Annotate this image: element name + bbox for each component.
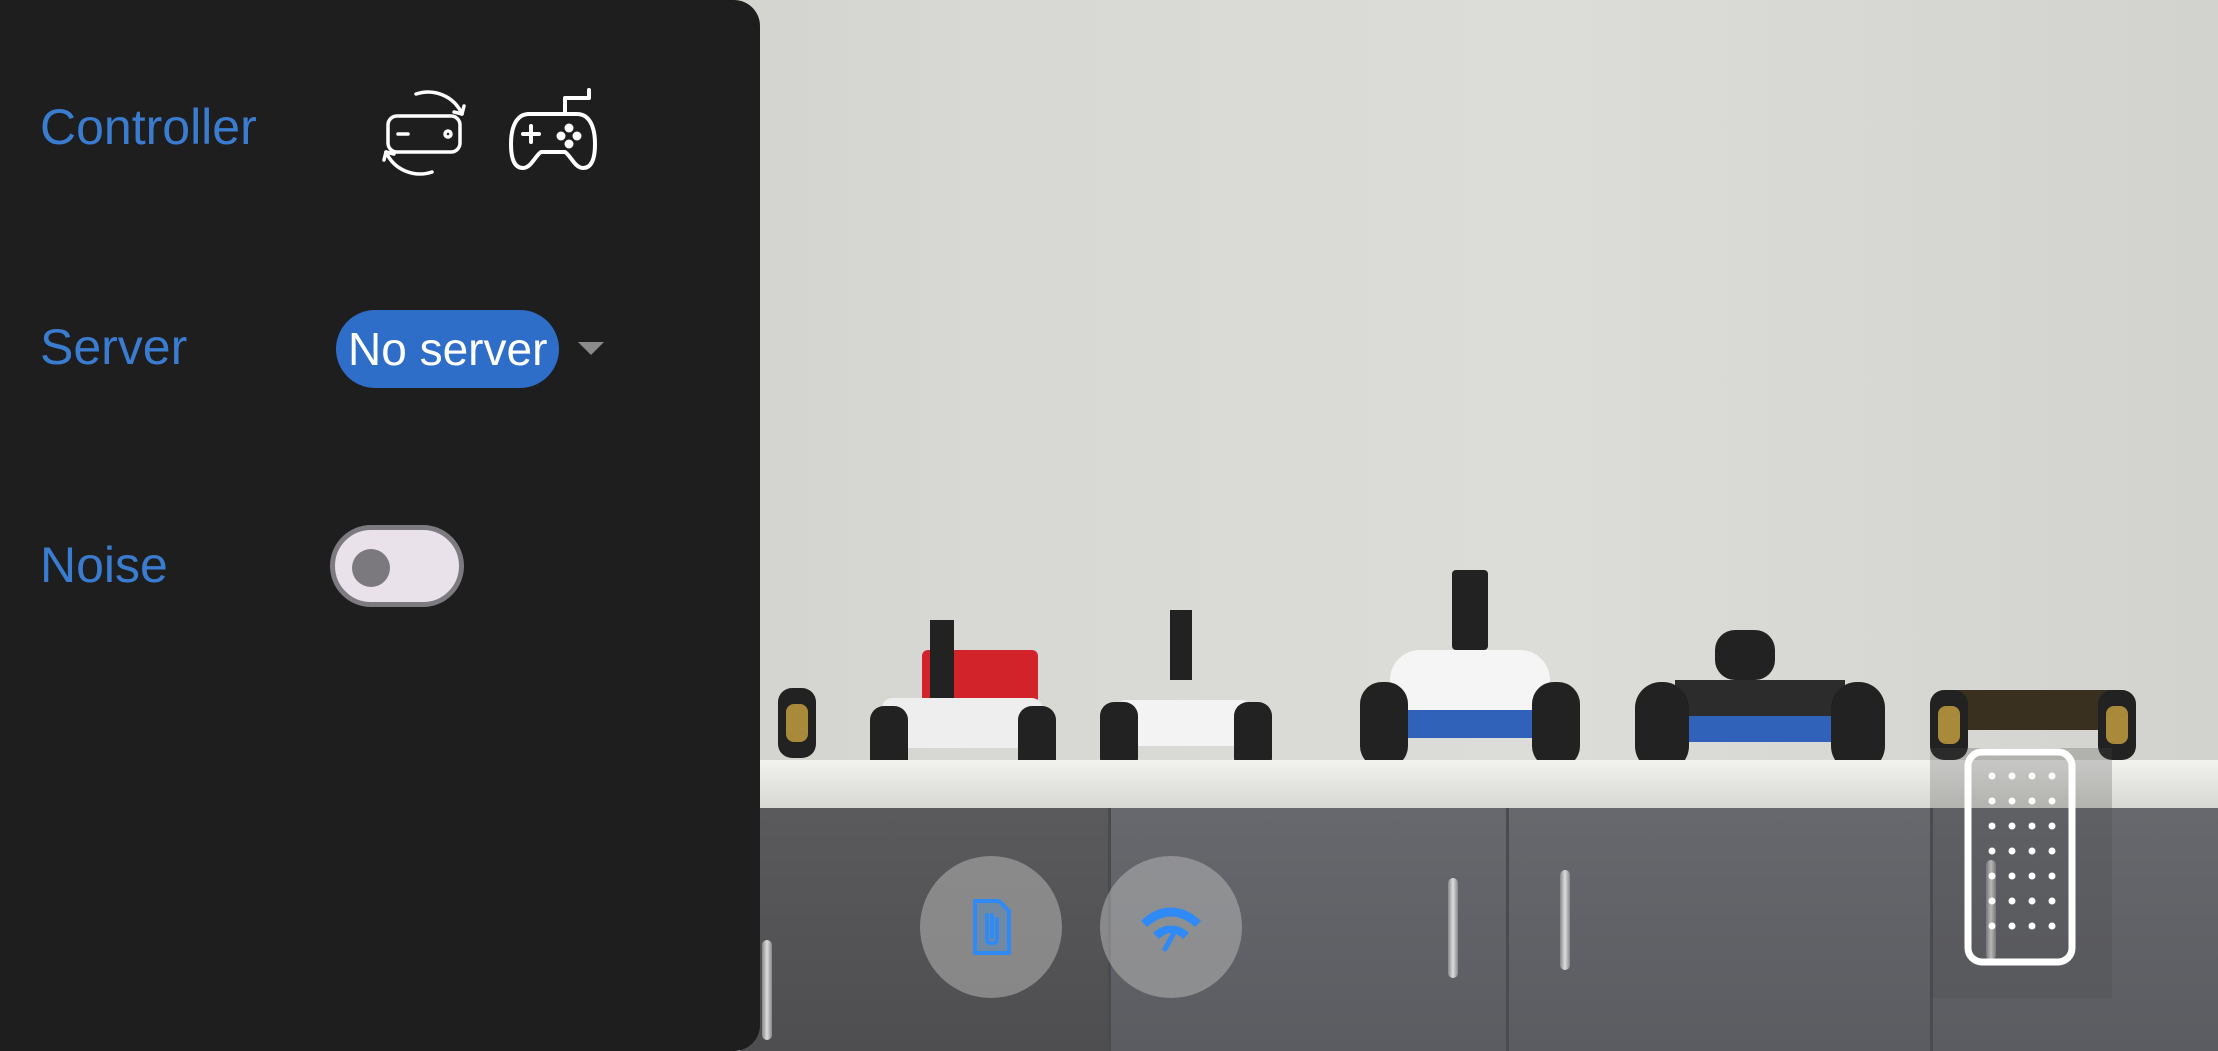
- keypad-dot: [1988, 897, 1996, 905]
- toggle-knob: [352, 549, 390, 587]
- keypad-dot: [2028, 822, 2036, 830]
- keypad-dot: [2008, 847, 2016, 855]
- keypad-dot: [2028, 847, 2036, 855]
- robot-car-4: [1360, 570, 1580, 770]
- keypad-dot: [2008, 897, 2016, 905]
- chevron-down-icon[interactable]: [578, 342, 604, 355]
- keypad-dot: [1988, 872, 1996, 880]
- robot-car-3: [1100, 610, 1272, 772]
- keypad-dot: [2008, 822, 2016, 830]
- keypad-dot: [2008, 872, 2016, 880]
- keypad-dot: [2028, 922, 2036, 930]
- settings-drawer: Controller Server No server Noise: [0, 0, 760, 1051]
- wifi-signal-icon: [1141, 907, 1201, 952]
- document-clip-icon: [973, 899, 1011, 955]
- keypad-dot: [2028, 772, 2036, 780]
- keypad-dot: [1988, 922, 1996, 930]
- cabinet-door-3: [1506, 808, 1933, 1051]
- keypad-dot: [1988, 772, 1996, 780]
- keypad-dot: [2008, 772, 2016, 780]
- cabinet-handle: [1560, 870, 1570, 970]
- server-label: Server: [40, 319, 188, 375]
- screen-rotation-icon[interactable]: [376, 84, 472, 180]
- keypad-dot: [2048, 922, 2056, 930]
- noise-label: Noise: [40, 537, 168, 593]
- keypad-dot: [1988, 797, 1996, 805]
- keypad-dot: [2048, 822, 2056, 830]
- remote-keypad-button[interactable]: [1930, 748, 2112, 998]
- gamepad-icon[interactable]: [505, 84, 601, 180]
- keypad-dot: [2008, 922, 2016, 930]
- keypad-dot: [2048, 797, 2056, 805]
- server-select[interactable]: No server: [336, 310, 560, 388]
- robot-car-5: [1635, 630, 1885, 780]
- network-button[interactable]: [1100, 856, 1242, 998]
- keypad-dot: [2028, 872, 2036, 880]
- keypad-dot: [1988, 822, 1996, 830]
- logs-button[interactable]: [920, 856, 1062, 998]
- controller-label: Controller: [40, 99, 257, 155]
- keypad-dot: [2048, 897, 2056, 905]
- robot-car-2: [870, 620, 1070, 776]
- remote-keypad-icon: [1964, 748, 2076, 966]
- noise-toggle[interactable]: [330, 525, 464, 607]
- keypad-dot: [2028, 897, 2036, 905]
- keypad-dot: [2048, 847, 2056, 855]
- keypad-dot: [1988, 847, 1996, 855]
- cabinet-handle: [1448, 878, 1458, 978]
- cabinet-handle: [762, 940, 772, 1040]
- keypad-dot: [2048, 872, 2056, 880]
- keypad-dot: [2008, 797, 2016, 805]
- keypad-dot: [2028, 797, 2036, 805]
- keypad-dot: [2048, 772, 2056, 780]
